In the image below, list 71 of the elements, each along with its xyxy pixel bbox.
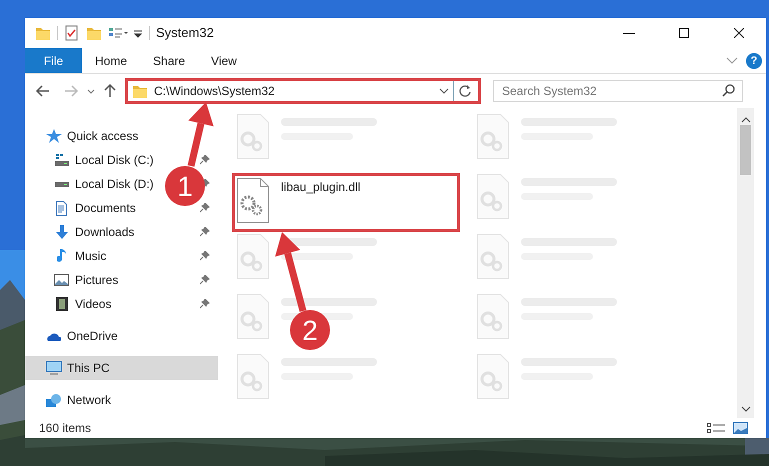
- drive-icon: [54, 154, 68, 166]
- faded-file-icon: [237, 234, 269, 279]
- customize-icon[interactable]: [133, 28, 143, 38]
- nav-item[interactable]: Pictures: [75, 271, 118, 289]
- scroll-thumb[interactable]: [740, 125, 751, 175]
- dll-file-icon: [237, 178, 269, 223]
- download-icon: [56, 225, 68, 239]
- pin-icon[interactable]: [200, 299, 210, 309]
- nav-item[interactable]: Quick access: [67, 127, 138, 145]
- recent-icon[interactable]: [87, 88, 95, 94]
- image-icon: [54, 274, 69, 286]
- scrollbar[interactable]: [737, 108, 754, 418]
- status-text: 160 items: [39, 420, 92, 437]
- scroll-up-icon[interactable]: [740, 116, 750, 123]
- help-button[interactable]: ?: [746, 52, 762, 68]
- pin-icon[interactable]: [200, 203, 210, 213]
- faded-file-icon: [477, 114, 509, 159]
- maximize-icon: [678, 28, 688, 38]
- address-path: C:\Windows\System32: [154, 83, 276, 100]
- drive-icon: [54, 182, 68, 186]
- details-view-icon[interactable]: [707, 422, 725, 434]
- network-icon: [46, 394, 61, 406]
- ribbon-tab[interactable]: Home: [82, 48, 140, 73]
- address-bar[interactable]: C:\Windows\System32: [125, 78, 481, 104]
- nav-item[interactable]: Documents: [75, 199, 136, 217]
- search-field[interactable]: Search System32: [493, 80, 743, 102]
- nav-item[interactable]: Music: [75, 247, 106, 265]
- step-badge: 2: [290, 310, 330, 350]
- minimize-icon: [622, 32, 634, 34]
- cloud-icon: [46, 332, 60, 340]
- ribbon-tab[interactable]: Share: [140, 48, 198, 73]
- pin-icon[interactable]: [200, 251, 210, 261]
- faded-file-icon: [477, 234, 509, 279]
- up-icon[interactable]: [103, 83, 117, 99]
- faded-file-icon: [237, 294, 269, 339]
- film-icon: [56, 297, 68, 311]
- file-item[interactable]: libau_plugin.dll: [232, 173, 460, 232]
- scroll-down-icon[interactable]: [740, 406, 750, 412]
- document-icon: [56, 200, 67, 216]
- nav-item[interactable]: OneDrive: [67, 327, 118, 345]
- monitor-icon: [46, 361, 62, 375]
- back-icon[interactable]: [35, 84, 51, 98]
- window-title: System32: [156, 24, 214, 42]
- dropdown-icon[interactable]: [439, 88, 449, 94]
- large-icons-view-icon[interactable]: [733, 422, 748, 434]
- star-icon: [46, 129, 62, 143]
- nav-item[interactable]: Local Disk (D:): [75, 175, 154, 193]
- faded-file-icon: [477, 354, 509, 399]
- pin-icon[interactable]: [200, 227, 210, 237]
- step-badge: 1: [165, 166, 205, 206]
- properties-icon[interactable]: [64, 25, 80, 41]
- expand-ribbon-icon[interactable]: [726, 57, 738, 64]
- ribbon-tab[interactable]: File: [25, 48, 82, 73]
- nav-item[interactable]: This PC: [25, 356, 218, 380]
- pin-icon[interactable]: [200, 155, 210, 165]
- folder-icon: [132, 83, 148, 99]
- faded-file-icon: [237, 354, 269, 399]
- nav-item[interactable]: Network: [67, 391, 112, 409]
- nav-item[interactable]: Videos: [75, 295, 112, 313]
- faded-file-icon: [477, 174, 509, 219]
- search-icon[interactable]: [722, 84, 735, 97]
- nav-item[interactable]: Downloads: [75, 223, 134, 241]
- nav-label: This PC: [67, 360, 110, 377]
- nav-item[interactable]: Local Disk (C:): [75, 151, 154, 169]
- faded-file-icon: [237, 114, 269, 159]
- close-icon: [734, 28, 744, 38]
- music-note-icon: [57, 248, 66, 264]
- ribbon-tab[interactable]: View: [198, 48, 250, 73]
- callout-arrow: [188, 102, 214, 167]
- faded-file-icon: [477, 294, 509, 339]
- pin-icon[interactable]: [200, 275, 210, 285]
